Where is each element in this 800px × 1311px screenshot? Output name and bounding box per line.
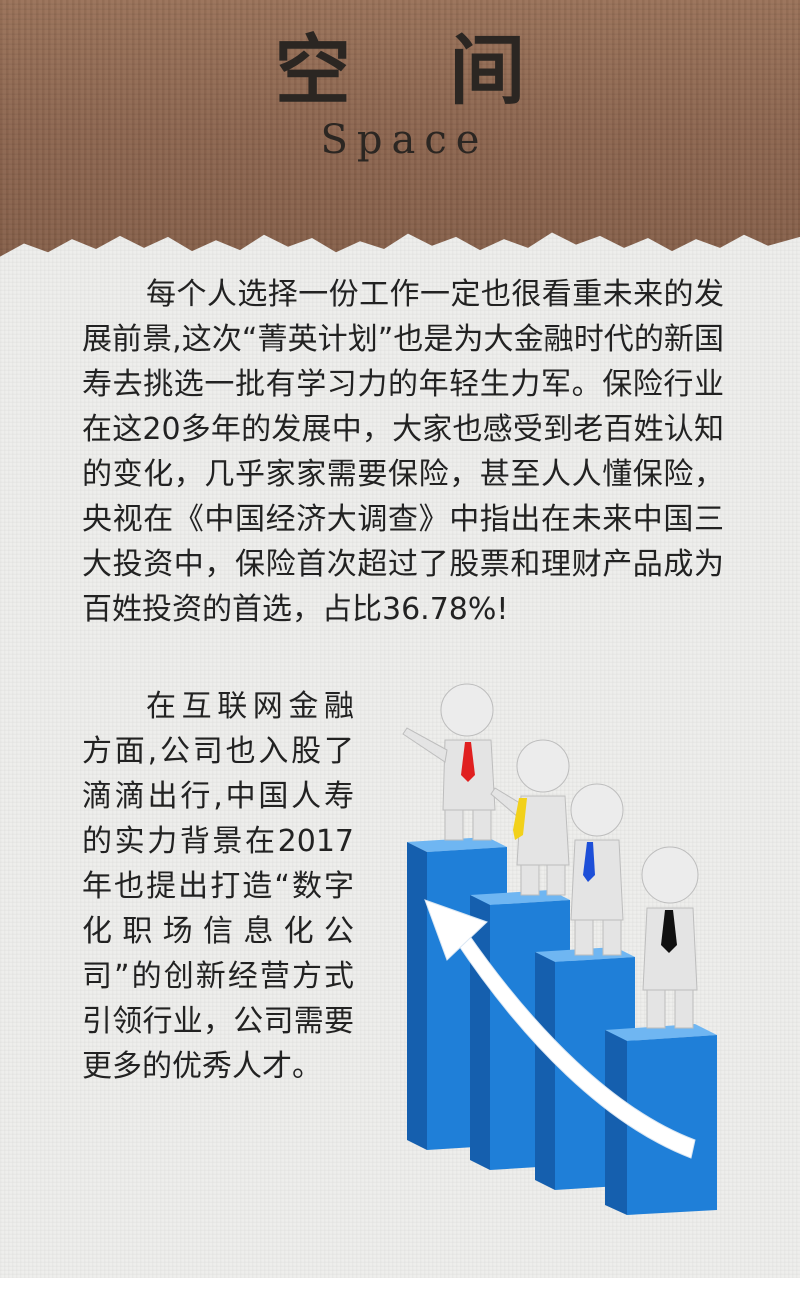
bottom-strip — [0, 1278, 800, 1311]
page-title: 空 间 — [274, 26, 562, 115]
growth-bars-figures-icon — [402, 683, 717, 1215]
figure-blue-tie — [570, 783, 624, 956]
body-paragraph-2: 在互联网金融方面,公司也入股了滴滴出行,中国人寿的实力背景在2017年也提出打造… — [82, 689, 354, 1084]
page: 空 间 Space 每个人选择一份工作一定也很看重未来的发展前景,这次“菁英计划… — [0, 0, 800, 1311]
figure-black-tie — [641, 846, 699, 1029]
page-subtitle: Space — [320, 117, 489, 163]
wood-header: 空 间 Space — [0, 0, 800, 260]
body-paragraph-1: 每个人选择一份工作一定也很看重未来的发展前景,这次“菁英计划”也是为大金融时代的… — [82, 277, 724, 627]
figure-red-tie — [402, 683, 496, 841]
